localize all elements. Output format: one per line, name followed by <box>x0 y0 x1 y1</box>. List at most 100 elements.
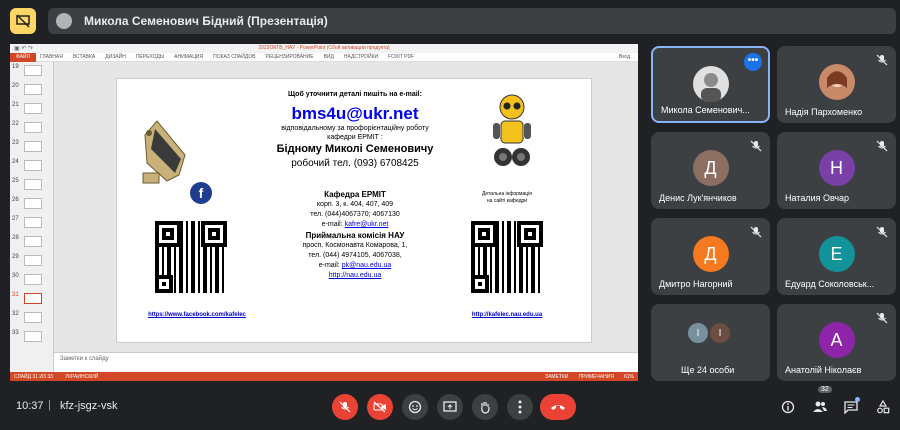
site-link[interactable]: http://kafelec.nau.edu.ua <box>457 312 557 318</box>
slide-thumb-image <box>24 141 42 152</box>
ppt-title-bar: ▣ ↶ ↷ 2023ОКТВ_НАУ - PowerPoint (Сбой ак… <box>10 44 638 53</box>
slide-number: 21 <box>12 102 19 108</box>
slide-thumb[interactable]: 33 <box>12 330 52 344</box>
slide-thumb[interactable]: 23 <box>12 140 52 154</box>
chat-button[interactable] <box>841 397 861 417</box>
slide-thumb[interactable]: 22 <box>12 121 52 135</box>
activities-button[interactable] <box>873 397 893 417</box>
quick-access-icons: ▣ ↶ ↷ <box>14 46 34 52</box>
reactions-button[interactable] <box>402 394 428 420</box>
stop-presenting-icon[interactable] <box>10 8 36 34</box>
slide-thumbnails: 19 20 21 22 23 24 25 26 27 28 29 30 31 3… <box>10 62 54 372</box>
leave-call-button[interactable] <box>540 394 576 420</box>
camera-toggle-button[interactable] <box>367 394 393 420</box>
dept-email-link[interactable]: kafre@ukr.net <box>345 221 389 228</box>
slide-number: 24 <box>12 159 19 165</box>
mic-toggle-button[interactable] <box>332 394 358 420</box>
hand-icon <box>481 402 490 414</box>
ppt-login[interactable]: Вход <box>619 54 630 60</box>
participant-tile[interactable]: Надія Пархоменко <box>777 46 896 123</box>
participant-tile[interactable]: Д Денис Лук'янчиков <box>651 132 770 209</box>
ppt-tab-design[interactable]: ДИЗАЙН <box>105 54 126 60</box>
commission-email-line: e-mail: pk@nau.edu.ua <box>267 262 443 269</box>
slide-thumb-image <box>24 217 42 228</box>
slide-number: 20 <box>12 83 19 89</box>
participant-name: Наталия Овчар <box>785 193 850 203</box>
present-screen-button[interactable] <box>437 394 463 420</box>
status-comments-button[interactable]: ПРИМЕЧАНИЯ <box>578 374 614 380</box>
ppt-tab-transitions[interactable]: ПЕРЕХОДЫ <box>136 54 164 60</box>
more-options-button[interactable] <box>507 394 533 420</box>
slide-thumb[interactable]: 25 <box>12 178 52 192</box>
slide-thumb-image <box>24 198 42 209</box>
participant-tile[interactable]: А Анатолій Ніколаєв <box>777 304 896 381</box>
slide-number: 19 <box>12 64 19 70</box>
participant-tile[interactable]: Е Едуард Соколовськ... <box>777 218 896 295</box>
slide-notes[interactable]: Заметки к слайду <box>54 352 638 372</box>
slide-thumb[interactable]: 19 <box>12 64 52 78</box>
slide-thumb-image <box>24 255 42 266</box>
slide-thumb[interactable]: 24 <box>12 159 52 173</box>
slide-number: 30 <box>12 273 19 279</box>
status-notes-button[interactable]: ЗАМЕТКИ <box>545 374 568 380</box>
participant-avatar: Н <box>818 150 855 186</box>
people-button[interactable] <box>810 397 830 417</box>
slide-thumb[interactable]: 28 <box>12 235 52 249</box>
commission-address: просп. Космонавта Комарова, 1, <box>302 242 408 249</box>
slide-thumb[interactable]: 27 <box>12 216 52 230</box>
commission-email-link[interactable]: pk@nau.edu.ua <box>342 262 392 269</box>
slide-email: bms4u@ukr.net <box>291 104 419 123</box>
mic-off-icon <box>876 226 888 238</box>
slide-number: 29 <box>12 254 19 260</box>
commission-site-link[interactable]: http://nau.edu.ua <box>267 272 443 279</box>
slide-number: 28 <box>12 235 19 241</box>
slide-thumb[interactable]: 26 <box>12 197 52 211</box>
others-avatar: І <box>709 322 731 344</box>
slide-thumb[interactable]: 20 <box>12 83 52 97</box>
details-line-2: на сайті кафедри <box>486 198 528 204</box>
presenter-chip[interactable]: Микола Семенович Бідний (Презентація) <box>48 8 896 34</box>
slide-thumb-image <box>24 103 42 114</box>
status-zoom[interactable]: 61% <box>624 374 634 380</box>
slide-thumb[interactable]: 29 <box>12 254 52 268</box>
ppt-status-bar: СЛАЙД 31 ИЗ 33 УКРАИНСКИЙ ЗАМЕТКИ ПРИМЕЧ… <box>10 372 638 381</box>
ppt-tab-insert[interactable]: ВСТАВКА <box>73 54 95 60</box>
participant-name: Надія Пархоменко <box>785 107 863 117</box>
slide-number: 22 <box>12 121 19 127</box>
others-tile[interactable]: І І Ще 24 особи <box>651 304 770 381</box>
shared-screen: ▣ ↶ ↷ 2023ОКТВ_НАУ - PowerPoint (Сбой ак… <box>10 44 638 381</box>
meeting-info-button[interactable] <box>778 397 798 417</box>
facebook-icon[interactable]: f <box>190 182 212 204</box>
commission-email-label: e-mail: <box>318 262 340 269</box>
raise-hand-button[interactable] <box>472 394 498 420</box>
commission-title: Приймальна комісія НАУ <box>305 231 405 240</box>
slide-thumb-image <box>24 312 42 323</box>
more-options-icon[interactable]: ••• <box>744 53 762 71</box>
ppt-ribbon-tabs: ФАЙЛ ГЛАВНАЯ ВСТАВКА ДИЗАЙН ПЕРЕХОДЫ АНИ… <box>10 52 638 62</box>
emoji-icon <box>408 400 422 414</box>
participant-tile[interactable]: ••• Микола Семенович... <box>651 46 770 123</box>
ppt-tab-animation[interactable]: АНИМАЦИЯ <box>174 54 203 60</box>
ppt-tab-view[interactable]: ВИД <box>324 54 334 60</box>
slide-thumb[interactable]: 30 <box>12 273 52 287</box>
slide-thumb[interactable]: 32 <box>12 311 52 325</box>
more-vert-icon <box>518 400 522 414</box>
participant-tile[interactable]: Д Дмитро Нагорний <box>651 218 770 295</box>
site-qr-code <box>471 221 543 293</box>
status-language: УКРАИНСКИЙ <box>64 373 99 380</box>
ppt-tab-home[interactable]: ГЛАВНАЯ <box>40 54 63 60</box>
ppt-tab-slideshow[interactable]: ПОКАЗ СЛАЙДОВ <box>213 54 255 60</box>
ppt-tab-foxit[interactable]: FOXIT PDF <box>388 54 414 60</box>
facebook-link[interactable]: https://www.facebook.com/kafelec <box>137 312 257 318</box>
slide-line-3: відповідальному за профорієнтаційну робо… <box>281 125 429 132</box>
ppt-tab-review[interactable]: РЕЦЕНЗИРОВАНИЕ <box>265 54 313 60</box>
shapes-icon <box>877 400 890 414</box>
participant-tile[interactable]: Н Наталия Овчар <box>777 132 896 209</box>
slide-thumb[interactable]: 21 <box>12 102 52 116</box>
ppt-tab-addins[interactable]: НАДСТРОЙКИ <box>344 54 378 60</box>
current-slide[interactable]: Щоб уточнити деталі пишіть на e-mail: bm… <box>116 78 592 343</box>
slide-thumb-image <box>24 331 42 342</box>
robotic-gripper-image <box>142 120 186 184</box>
hang-up-icon <box>551 405 565 410</box>
slide-thumb-selected[interactable]: 31 <box>12 292 52 306</box>
